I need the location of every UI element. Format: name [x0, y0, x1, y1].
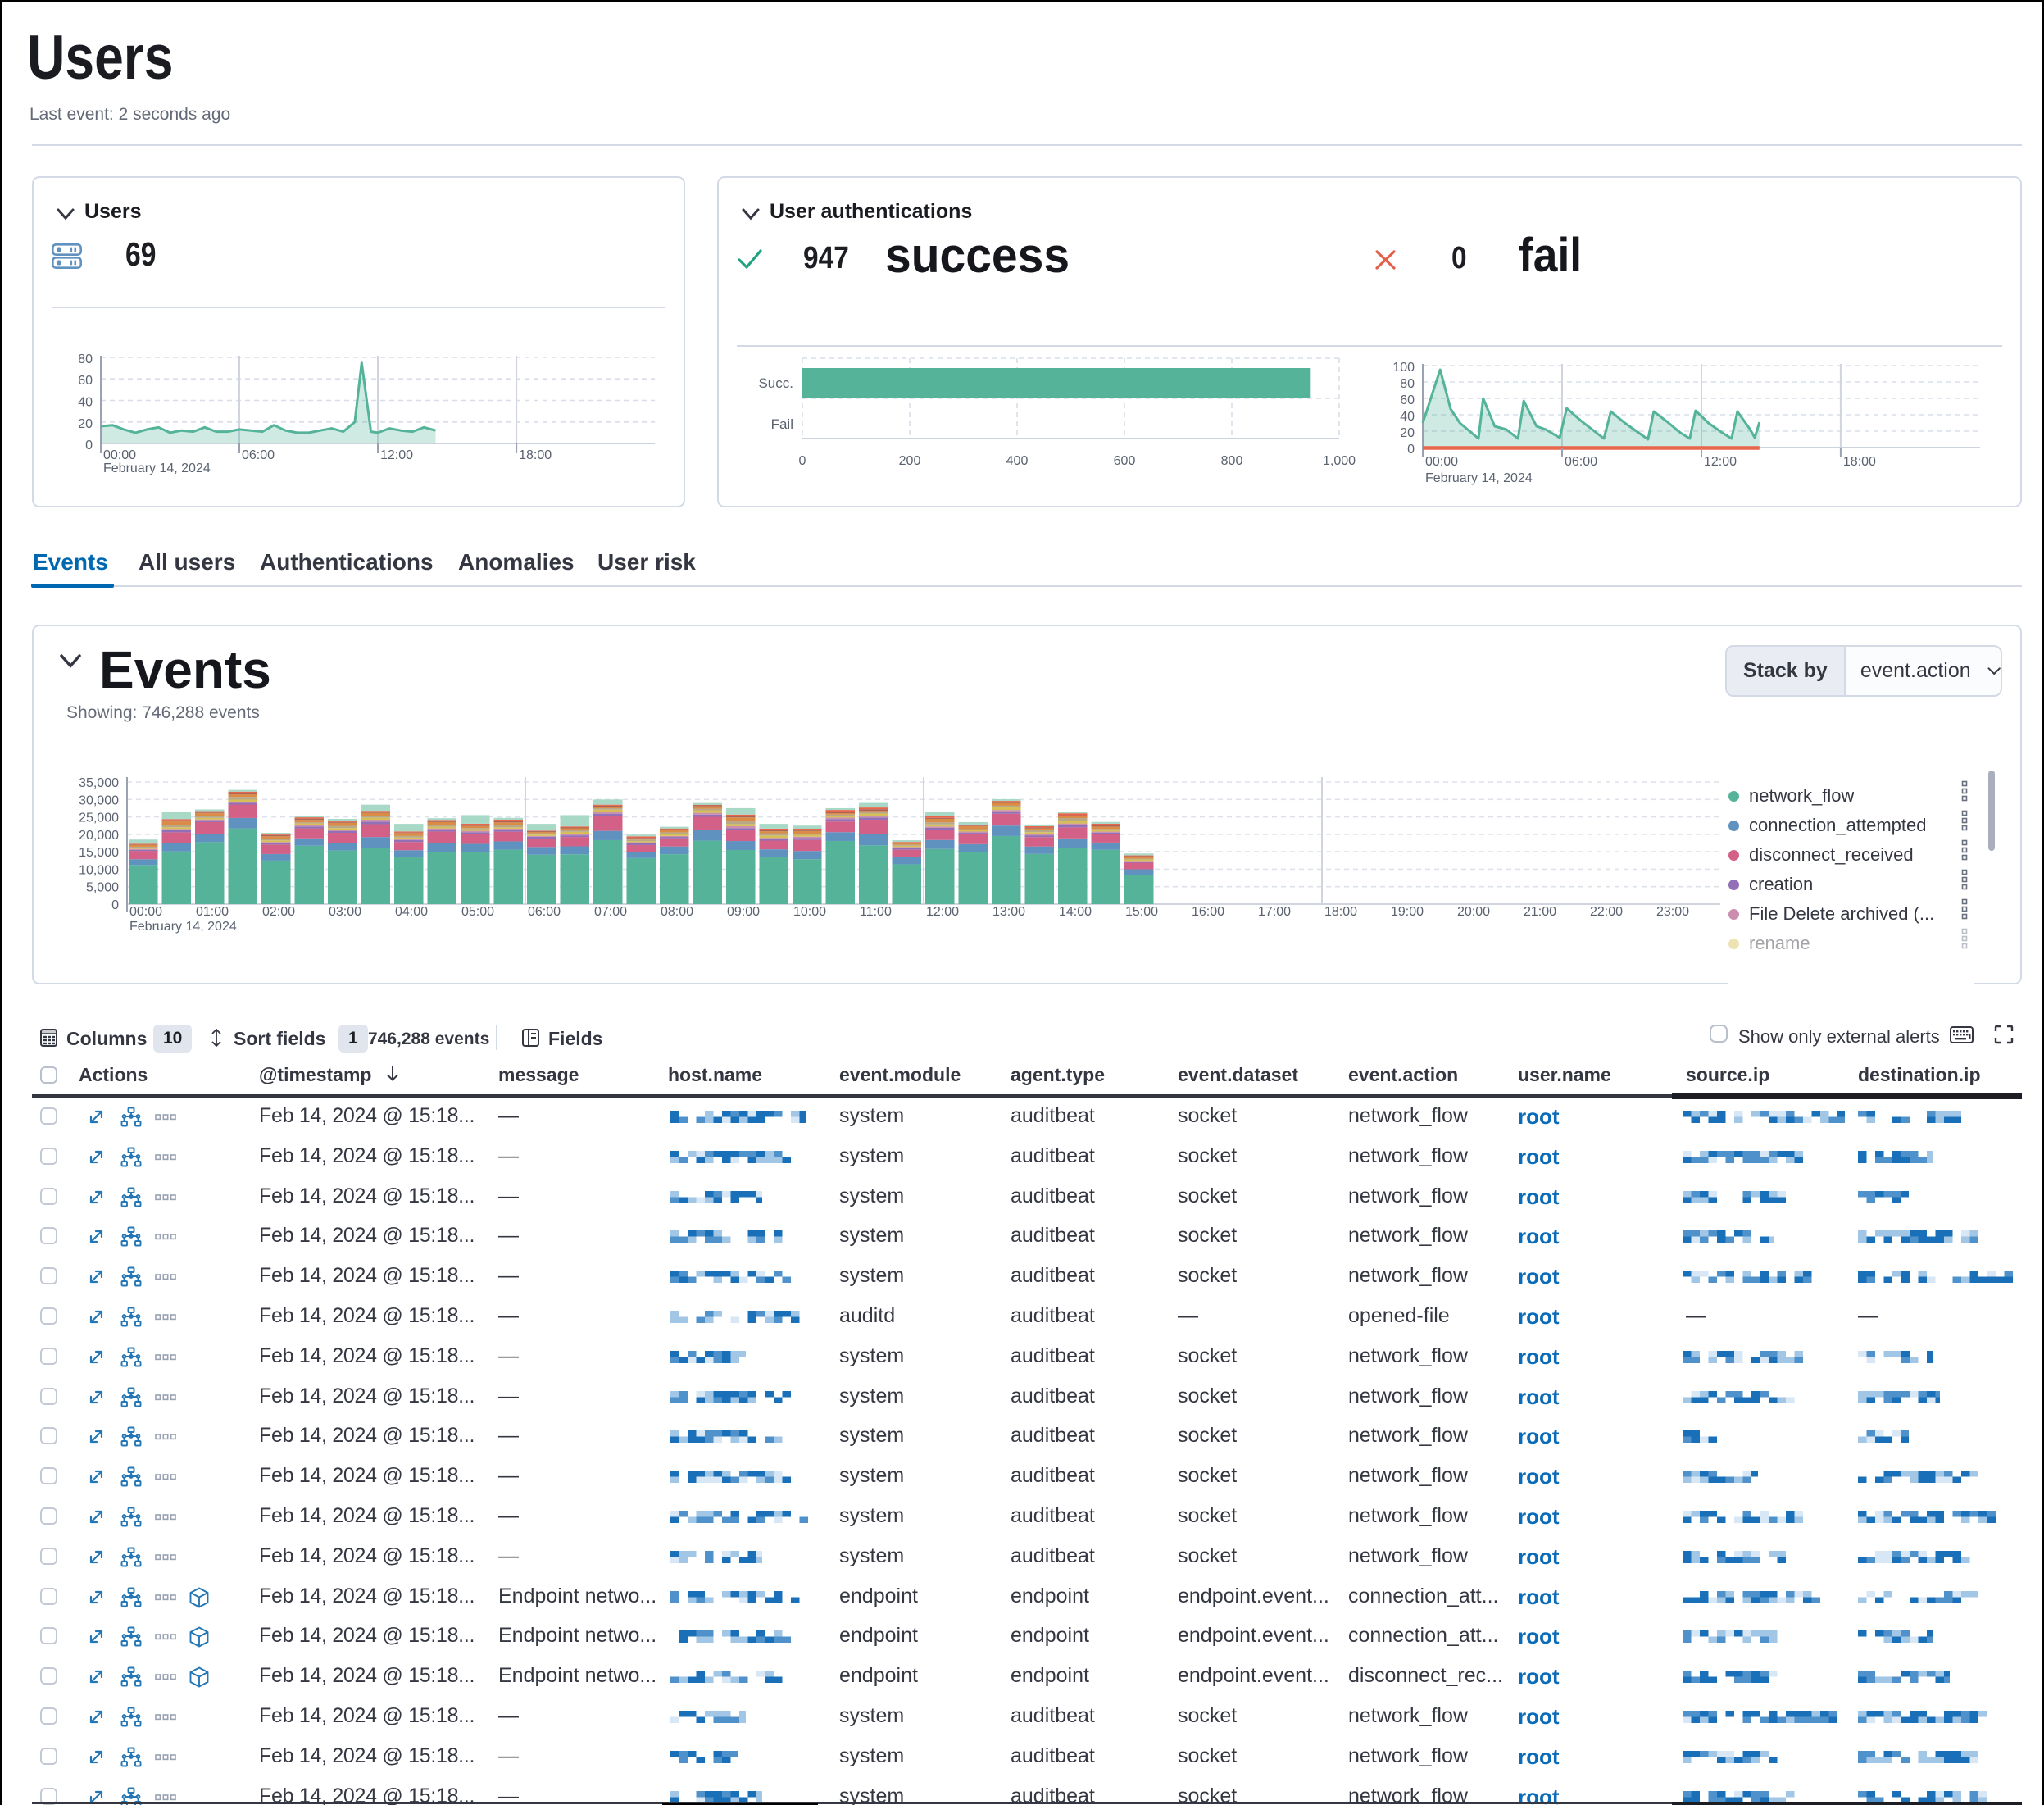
svg-text:18:00: 18:00 [519, 448, 552, 462]
svg-text:30,000: 30,000 [79, 793, 119, 807]
svg-text:Succ.: Succ. [758, 375, 793, 391]
svg-text:17:00: 17:00 [1258, 905, 1291, 919]
svg-text:00:00: 00:00 [103, 448, 136, 462]
svg-text:40: 40 [78, 396, 93, 410]
svg-text:14:00: 14:00 [1059, 905, 1092, 919]
svg-text:February 14, 2024: February 14, 2024 [103, 461, 211, 475]
svg-text:11:00: 11:00 [860, 905, 892, 919]
svg-text:18:00: 18:00 [1324, 905, 1357, 919]
svg-text:60: 60 [78, 374, 93, 388]
svg-text:35,000: 35,000 [79, 776, 119, 790]
svg-text:23:00: 23:00 [1656, 905, 1689, 919]
svg-text:800: 800 [1221, 454, 1243, 468]
svg-text:25,000: 25,000 [79, 812, 119, 825]
svg-text:20,000: 20,000 [79, 829, 119, 843]
svg-text:09:00: 09:00 [727, 905, 760, 919]
svg-text:00:00: 00:00 [129, 905, 162, 919]
svg-text:40: 40 [1400, 410, 1415, 424]
svg-text:13:00: 13:00 [992, 905, 1025, 919]
svg-text:18:00: 18:00 [1843, 455, 1876, 469]
svg-text:20:00: 20:00 [1457, 905, 1490, 919]
svg-text:200: 200 [899, 454, 921, 468]
svg-text:60: 60 [1400, 393, 1415, 407]
svg-text:February 14, 2024: February 14, 2024 [129, 920, 237, 934]
svg-text:02:00: 02:00 [262, 905, 295, 919]
svg-text:12:00: 12:00 [1704, 455, 1737, 469]
svg-text:100: 100 [1392, 361, 1415, 375]
svg-text:0: 0 [85, 439, 93, 452]
svg-text:February 14, 2024: February 14, 2024 [1425, 471, 1533, 485]
svg-text:80: 80 [1400, 377, 1415, 391]
svg-text:00:00: 00:00 [1425, 455, 1458, 469]
svg-text:21:00: 21:00 [1524, 905, 1556, 919]
svg-text:04:00: 04:00 [395, 905, 428, 919]
svg-text:05:00: 05:00 [461, 905, 494, 919]
svg-text:10,000: 10,000 [79, 863, 119, 877]
svg-text:22:00: 22:00 [1590, 905, 1623, 919]
svg-text:16:00: 16:00 [1192, 905, 1224, 919]
svg-text:400: 400 [1006, 454, 1029, 468]
svg-text:600: 600 [1114, 454, 1136, 468]
svg-text:06:00: 06:00 [1565, 455, 1597, 469]
svg-text:10:00: 10:00 [793, 905, 826, 919]
svg-text:5,000: 5,000 [86, 881, 119, 895]
svg-text:80: 80 [78, 352, 93, 366]
svg-text:20: 20 [1400, 426, 1415, 440]
svg-text:06:00: 06:00 [528, 905, 561, 919]
svg-text:12:00: 12:00 [926, 905, 959, 919]
svg-text:15,000: 15,000 [79, 846, 119, 860]
svg-text:Fail: Fail [771, 416, 793, 432]
svg-text:0: 0 [111, 898, 119, 912]
svg-text:06:00: 06:00 [242, 448, 275, 462]
svg-text:0: 0 [1407, 443, 1415, 457]
svg-text:20: 20 [78, 417, 93, 431]
svg-text:0: 0 [799, 454, 806, 468]
svg-text:15:00: 15:00 [1125, 905, 1158, 919]
svg-text:03:00: 03:00 [329, 905, 361, 919]
svg-text:01:00: 01:00 [196, 905, 229, 919]
svg-text:07:00: 07:00 [594, 905, 627, 919]
svg-text:19:00: 19:00 [1391, 905, 1424, 919]
svg-text:12:00: 12:00 [380, 448, 413, 462]
svg-text:08:00: 08:00 [661, 905, 693, 919]
